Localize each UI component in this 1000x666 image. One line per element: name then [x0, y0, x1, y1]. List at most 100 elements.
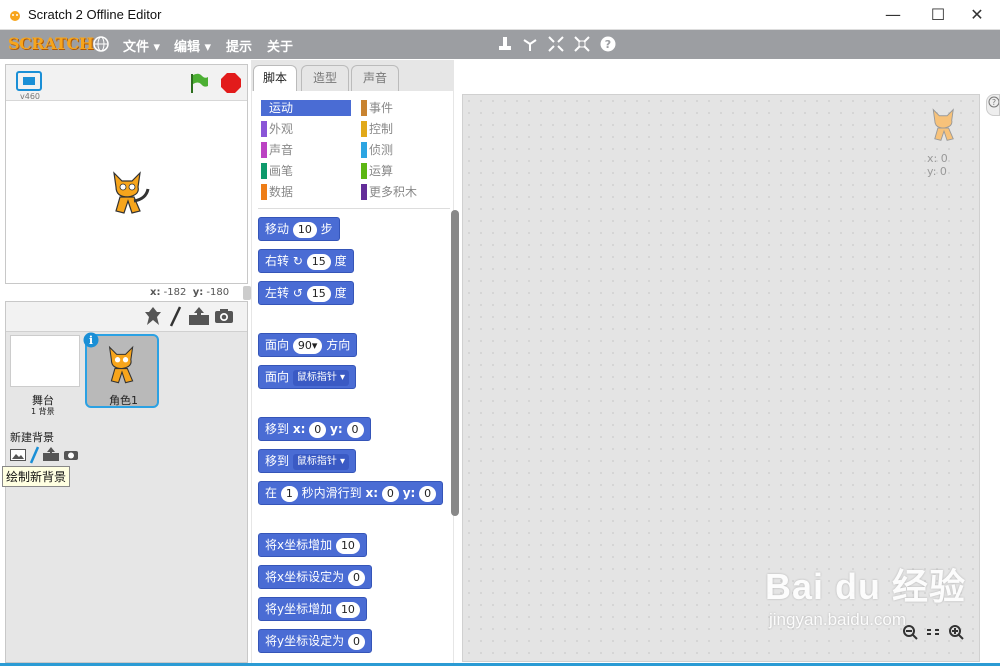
sprite-toolbar	[6, 302, 247, 332]
paint-sprite-icon[interactable]	[168, 306, 182, 328]
info-icon[interactable]: i	[83, 332, 99, 348]
block-go-to[interactable]: 移到 鼠标指针 ▾	[258, 449, 357, 473]
block-set-x[interactable]: 将x坐标设定为 0	[258, 565, 372, 589]
tab-sounds[interactable]: 声音	[351, 65, 399, 91]
svg-text:?: ?	[605, 38, 611, 51]
change-x-input[interactable]: 10	[335, 537, 360, 554]
help-tab[interactable]: ?	[986, 94, 1000, 116]
scratch-cat-icon	[10, 11, 20, 21]
steps-input[interactable]: 10	[292, 221, 317, 238]
block-move-steps[interactable]: 移动 10 步	[258, 217, 340, 241]
category-pen[interactable]: 画笔	[261, 163, 351, 179]
title-bar: Scratch 2 Offline Editor — ☐ ✕	[0, 0, 1000, 30]
block-point-towards[interactable]: 面向 鼠标指针 ▾	[258, 365, 357, 389]
stage-collapse-handle[interactable]	[243, 286, 251, 300]
backdrop-camera-icon[interactable]	[63, 448, 79, 461]
block-go-to-xy[interactable]: 移到 x: 0 y: 0	[258, 417, 371, 441]
baidu-jingyan-watermark: Bai du 经验 jingyan.baidu.com	[765, 566, 967, 629]
presentation-mode-icon[interactable]	[16, 71, 42, 91]
sprite1-label: 角色1	[109, 394, 138, 407]
block-point-in-direction[interactable]: 面向 90▾ 方向	[258, 333, 358, 357]
tab-costumes[interactable]: 造型	[301, 65, 349, 91]
sprite-position-info: x: 0 y: 0	[927, 152, 948, 178]
direction-input[interactable]: 90▾	[292, 337, 323, 354]
scratch-logo[interactable]: SCRATCH	[8, 34, 94, 53]
stage-thumbnail[interactable]	[10, 335, 80, 387]
block-turn-left[interactable]: 左转 ↺ 15 度	[258, 281, 354, 305]
upload-backdrop-icon[interactable]	[42, 446, 60, 462]
help-icon[interactable]: ?	[600, 36, 616, 52]
menu-edit[interactable]: 编辑 ▾	[174, 36, 211, 55]
sprite-thumbnail-sprite1[interactable]: i 角色1	[83, 332, 159, 408]
sprite-cat-on-stage[interactable]	[102, 167, 154, 219]
tab-scripts[interactable]: 脚本	[253, 65, 297, 91]
block-turn-right[interactable]: 右转 ↻ 15 度	[258, 249, 354, 273]
zoom-out-icon[interactable]	[902, 624, 918, 640]
x-input[interactable]: 0	[309, 421, 327, 438]
choose-sprite-icon[interactable]	[144, 306, 162, 326]
close-button[interactable]: ✕	[954, 0, 1000, 30]
seconds-input[interactable]: 1	[280, 485, 298, 502]
green-flag-icon[interactable]	[189, 72, 209, 94]
paint-backdrop-icon[interactable]	[29, 446, 39, 464]
palette-scrollbar[interactable]	[451, 210, 459, 516]
backdrop-count: 1 背景	[31, 407, 55, 416]
category-control[interactable]: 控制	[361, 121, 451, 137]
camera-icon[interactable]	[214, 308, 234, 324]
y-input[interactable]: 0	[346, 421, 364, 438]
category-sound[interactable]: 声音	[261, 142, 351, 158]
category-motion[interactable]: 运动	[261, 100, 351, 116]
category-color-bar	[361, 100, 367, 116]
block-change-y[interactable]: 将y坐标增加 10	[258, 597, 367, 621]
y-input[interactable]: 0	[419, 485, 437, 502]
turn-left-icon: ↺	[292, 286, 303, 300]
block-set-y[interactable]: 将y坐标设定为 0	[258, 629, 372, 653]
category-color-bar	[261, 121, 267, 137]
upload-sprite-icon[interactable]	[188, 306, 210, 326]
menu-about[interactable]: 关于	[267, 36, 293, 55]
shrink-icon[interactable]	[574, 36, 590, 52]
category-looks[interactable]: 外观	[261, 121, 351, 137]
tooltip-paint-new-backdrop: 绘制新背景	[2, 466, 71, 487]
cut-icon[interactable]	[522, 36, 538, 52]
svg-text:?: ?	[992, 98, 996, 107]
stage-coordinates: x: -182 y: -180	[150, 287, 230, 298]
towards-dropdown[interactable]: 鼠标指针 ▾	[292, 369, 350, 386]
degrees-input[interactable]: 15	[306, 285, 331, 302]
change-y-input[interactable]: 10	[335, 601, 360, 618]
degrees-input[interactable]: 15	[306, 253, 331, 270]
category-color-bar	[261, 163, 267, 179]
zoom-in-icon[interactable]	[948, 624, 964, 640]
menu-bar: SCRATCH 文件 ▾ 编辑 ▾ 提示 关于 ?	[0, 30, 1000, 59]
category-color-bar	[361, 184, 367, 200]
minimize-button[interactable]: —	[870, 0, 916, 30]
category-events[interactable]: 事件	[361, 100, 451, 116]
sprite-cat-thumbnail	[108, 345, 134, 384]
category-more-blocks[interactable]: 更多积木	[361, 184, 451, 200]
stage[interactable]: v460	[5, 64, 248, 284]
category-color-bar	[261, 184, 267, 200]
category-data[interactable]: 数据	[261, 184, 351, 200]
menu-file[interactable]: 文件 ▾	[123, 36, 160, 55]
menu-tips[interactable]: 提示	[226, 36, 252, 55]
category-color-bar	[261, 100, 267, 116]
category-color-bar	[361, 142, 367, 158]
duplicate-icon[interactable]	[497, 36, 513, 52]
grow-icon[interactable]	[548, 36, 564, 52]
new-backdrop-label: 新建背景	[10, 431, 54, 444]
category-sensing[interactable]: 侦测	[361, 142, 451, 158]
category-color-bar	[361, 163, 367, 179]
block-glide[interactable]: 在 1 秒内滑行到 x: 0 y: 0	[258, 481, 444, 505]
block-change-x[interactable]: 将x坐标增加 10	[258, 533, 367, 557]
zoom-reset-icon[interactable]	[925, 624, 941, 640]
stage-toolbar: v460	[6, 65, 247, 101]
palette-divider	[258, 208, 450, 209]
stop-icon[interactable]	[220, 72, 242, 94]
x-input[interactable]: 0	[381, 485, 399, 502]
globe-icon[interactable]	[93, 36, 109, 52]
goto-dropdown[interactable]: 鼠标指针 ▾	[292, 453, 350, 470]
backdrop-library-icon[interactable]	[10, 449, 26, 461]
set-x-input[interactable]: 0	[347, 569, 365, 586]
category-operators[interactable]: 运算	[361, 163, 451, 179]
set-y-input[interactable]: 0	[347, 633, 365, 650]
